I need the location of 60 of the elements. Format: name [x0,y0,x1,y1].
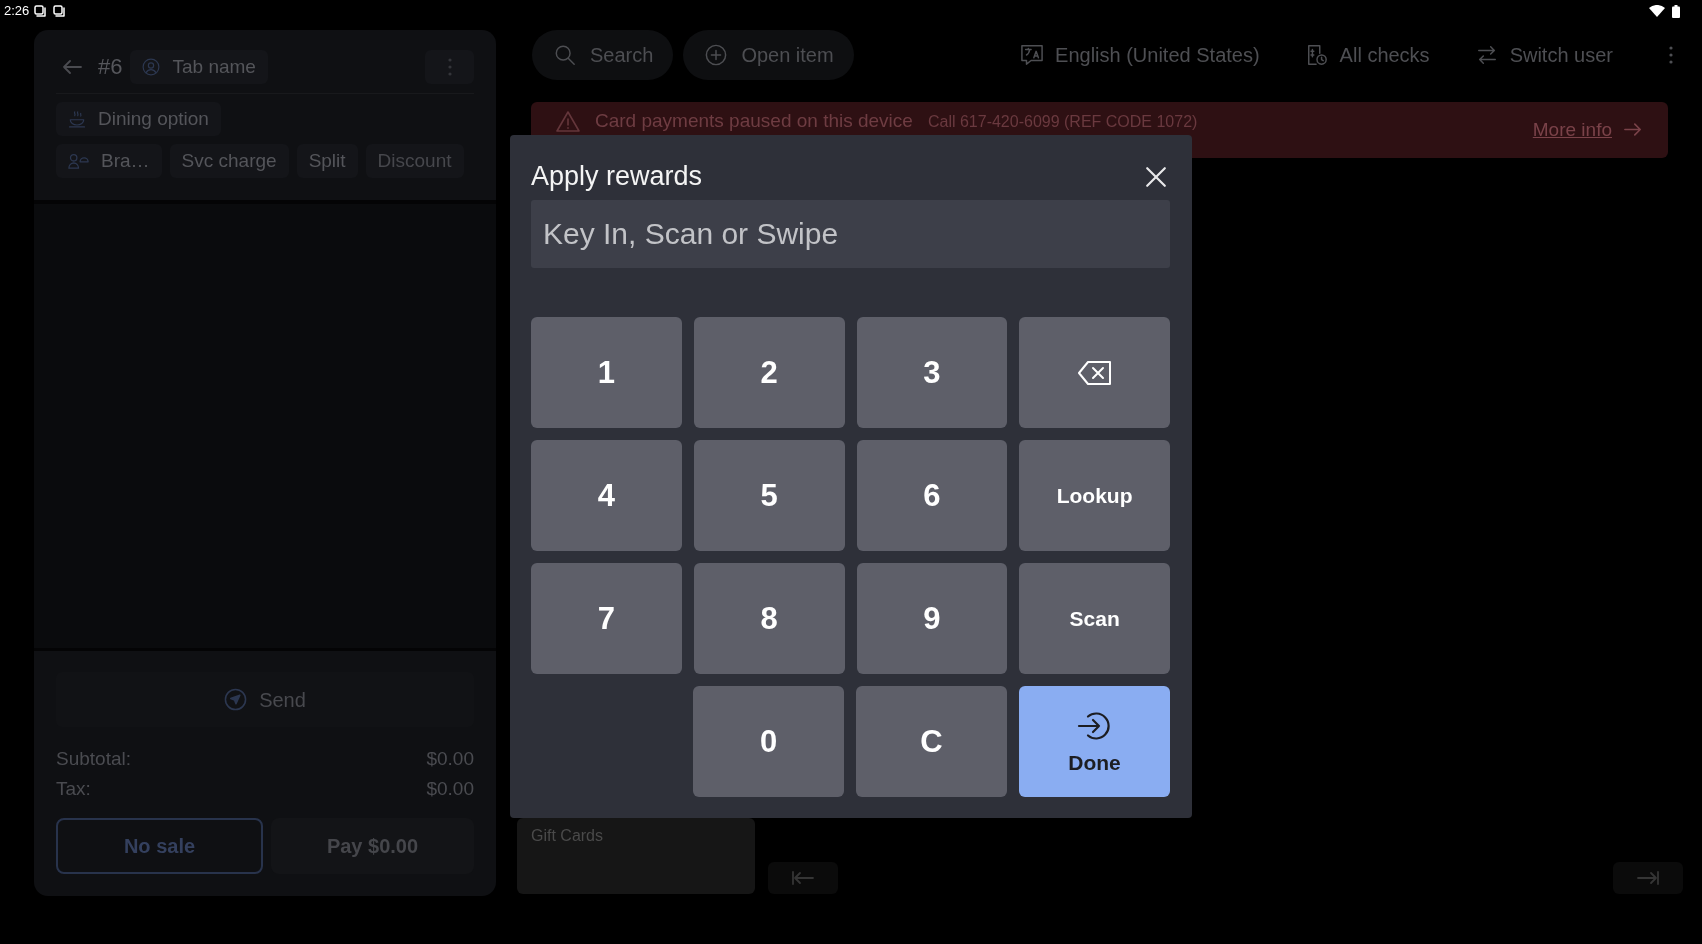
action-chip[interactable]: Bra… [56,144,162,178]
tab-name-button[interactable]: Tab name [130,50,268,84]
plus-circle-icon [705,44,728,66]
keypad-key[interactable]: 8 [693,563,845,674]
code-input-field[interactable]: Key In, Scan or Swipe [531,200,1170,268]
arrow-to-line-icon [1637,871,1659,885]
stacked-squares-icon [34,5,47,17]
keypad-key[interactable]: 7 [531,563,682,674]
keypad-key[interactable]: 4 [531,440,682,551]
more-info-link[interactable]: More info [1532,118,1612,142]
translate-icon [1020,44,1045,66]
bowl-icon [68,110,86,128]
alert-detail: Call 617-420-6099 (REF CODE 1072) [927,111,1198,131]
keypad-key[interactable]: Lookup [1019,440,1170,551]
back-arrow-icon[interactable] [62,60,82,74]
total-label: Subtotal: [56,747,131,771]
total-value: $0.00 [426,777,474,801]
close-icon[interactable] [1145,165,1167,188]
previous-page-button[interactable] [768,862,838,894]
action-chip[interactable]: Split [296,144,358,178]
more-icon [447,58,452,76]
arrow-right-icon [1624,123,1642,137]
keypad-key[interactable]: 0 [693,686,844,797]
status-time: 2:26 [4,3,30,19]
keypad-key[interactable]: 9 [856,563,1008,674]
warning-icon [556,110,580,133]
people-icon [68,153,89,169]
action-chip[interactable]: Svc charge [169,144,289,178]
more-button[interactable] [425,50,474,84]
keypad-key[interactable]: 5 [693,440,845,551]
total-value: $0.00 [426,747,474,771]
alert-title: Card payments paused on this device [595,110,913,133]
language-button[interactable]: English (United States) [1020,43,1260,67]
open-item-button[interactable]: Open item [683,30,854,80]
done-button[interactable]: Done [1019,686,1170,797]
keypad-key[interactable]: 2 [693,317,845,428]
keypad-key[interactable]: C [856,686,1007,797]
keypad-key[interactable]: Scan [1019,563,1170,674]
check-number: #6 [98,53,123,81]
all-checks-button[interactable]: All checks [1304,43,1430,67]
dining-option-button[interactable]: Dining option [56,102,221,136]
person-icon [142,58,161,76]
battery-icon [1672,4,1680,18]
backspace-key[interactable] [1019,317,1170,428]
keypad-key[interactable]: 6 [856,440,1008,551]
wifi-icon [1649,5,1665,17]
paper-plane-icon [224,688,248,711]
total-label: Tax: [56,777,91,801]
arrow-to-line-icon [792,871,814,885]
search-button[interactable]: Search [532,30,674,80]
no-sale-button[interactable]: No sale [56,818,263,874]
dialog-title: Apply rewards [531,160,703,193]
keypad-key[interactable]: 1 [531,317,682,428]
search-icon [554,44,576,66]
stacked-squares-icon [53,5,66,17]
switch-user-button[interactable]: Switch user [1474,43,1613,67]
next-page-button[interactable] [1613,862,1683,894]
keypad-key[interactable]: 3 [856,317,1008,428]
backspace-icon [1077,359,1112,386]
more-icon[interactable] [1669,45,1673,65]
